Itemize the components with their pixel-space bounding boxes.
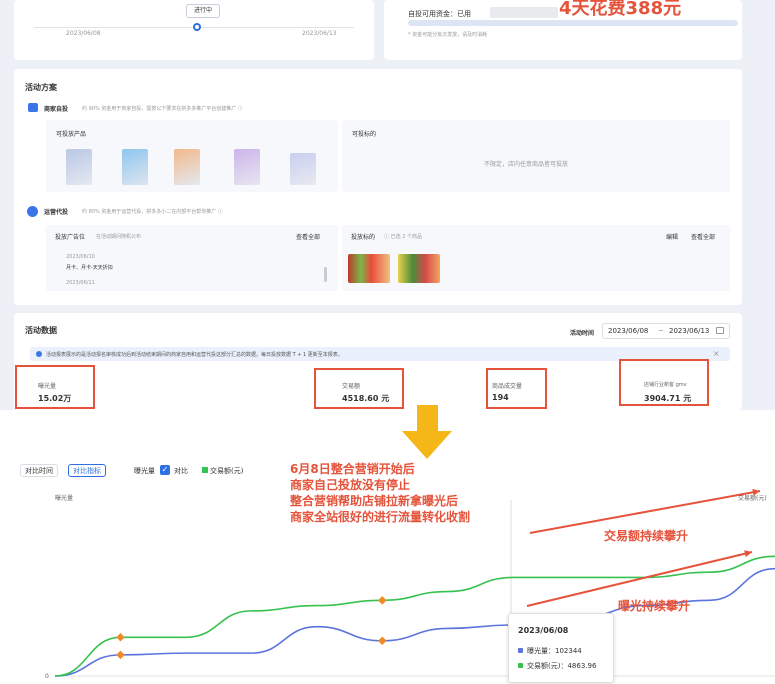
highlight-marker: [116, 633, 125, 642]
highlight-marker: [116, 650, 125, 660]
annotation-line-2: 商家自己投放没有停止: [290, 478, 411, 492]
highlight-marker: [378, 636, 387, 646]
annotation-line-1: 6月8日整合营销开始后: [290, 462, 415, 476]
highlight-marker: [378, 596, 387, 605]
exposure-series-line: [54, 567, 775, 677]
annotation-line-4: 商家全站很好的进行流量转化收割: [290, 510, 471, 524]
tooltip-exposure-dot: [518, 648, 523, 653]
tooltip-trade: 交易额(元)：4863.96: [527, 662, 597, 670]
trade-trend-arrow-head: [752, 488, 760, 496]
trade-series-line: [54, 555, 775, 677]
tooltip-date: 2023/06/08: [518, 626, 569, 635]
tooltip-trade-dot: [518, 663, 523, 668]
annotation-trade-up: 交易额持续攀升: [604, 529, 689, 543]
chart-tooltip: 2023/06/08 曝光量：102344 交易额(元)：4863.96: [508, 613, 614, 683]
tooltip-exposure: 曝光量：102344: [527, 647, 582, 655]
annotation-exposure-up: 曝光持续攀升: [618, 599, 691, 613]
trend-chart: [54, 488, 775, 677]
annotation-line-3: 整合营销帮助店铺拉新拿曝光后: [290, 494, 459, 508]
